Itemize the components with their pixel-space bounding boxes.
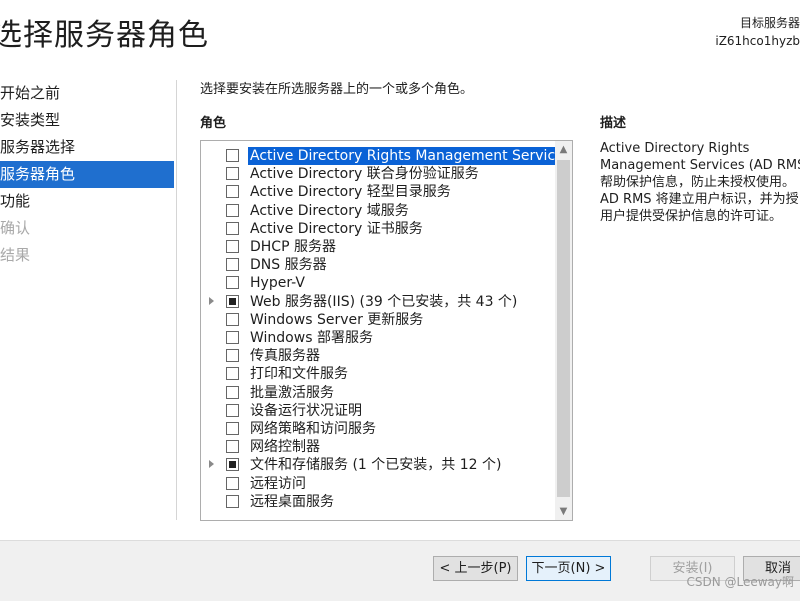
role-checkbox[interactable] xyxy=(226,385,239,399)
nav-item-features[interactable]: 功能 xyxy=(0,188,174,215)
role-label: 远程访问 xyxy=(250,475,306,492)
role-checkbox[interactable] xyxy=(226,258,239,272)
description-line: Management Services (AD RMS xyxy=(600,158,800,173)
role-label: 设备运行状况证明 xyxy=(250,402,362,419)
vertical-scrollbar[interactable]: ▲ ▼ xyxy=(555,141,572,520)
role-checkbox[interactable] xyxy=(226,167,239,181)
nav-item-confirmation: 确认 xyxy=(0,219,31,237)
role-row[interactable]: Hyper-V xyxy=(201,274,553,292)
role-checkbox[interactable] xyxy=(226,494,239,508)
role-row[interactable]: Windows 部署服务 xyxy=(201,329,553,347)
role-checkbox[interactable] xyxy=(226,149,239,162)
previous-button[interactable]: < 上一步(P) xyxy=(433,556,518,581)
role-row[interactable]: DNS 服务器 xyxy=(201,256,553,274)
role-row[interactable]: 远程桌面服务 xyxy=(201,493,553,511)
scroll-thumb[interactable] xyxy=(557,160,570,497)
role-row[interactable]: 传真服务器 xyxy=(201,347,553,365)
description-line: 用户提供受保护信息的许可证。 xyxy=(600,209,783,224)
role-label: Active Directory 联合身份验证服务 xyxy=(250,166,479,183)
wizard-nav: 开始之前 安装类型 服务器选择 服务器角色 功能 确认 结果 xyxy=(0,80,174,269)
role-label: Active Directory 域服务 xyxy=(250,202,409,219)
role-checkbox[interactable] xyxy=(226,203,239,217)
role-row[interactable]: Active Directory 联合身份验证服务 xyxy=(201,165,553,183)
role-label: Web 服务器(IIS) (39 个已安装，共 43 个) xyxy=(250,293,518,310)
description-header: 描述 xyxy=(600,116,627,131)
role-label: 远程桌面服务 xyxy=(250,493,334,510)
instruction-text: 选择要安装在所选服务器上的一个或多个角色。 xyxy=(200,82,474,97)
role-row[interactable]: 打印和文件服务 xyxy=(201,365,553,383)
role-checkbox[interactable] xyxy=(226,403,239,417)
role-row[interactable]: Active Directory Rights Management Servi… xyxy=(201,147,572,165)
nav-divider xyxy=(176,80,177,520)
target-server-info: 目标服务器 iZ61hco1hyzb xyxy=(715,14,800,50)
role-label: Hyper-V xyxy=(250,275,305,292)
role-checkbox[interactable] xyxy=(226,240,239,253)
role-row[interactable]: Active Directory 轻型目录服务 xyxy=(201,183,553,201)
role-description: Active Directory Rights Management Servi… xyxy=(600,140,800,225)
wizard-footer: < 上一步(P) 下一页(N) > 安装(I) 取消 CSDN @Leeway啊 xyxy=(0,540,800,601)
nav-item-before-you-begin[interactable]: 开始之前 xyxy=(0,80,174,107)
target-server-label: 目标服务器 xyxy=(739,16,800,30)
role-label: DNS 服务器 xyxy=(250,257,327,274)
description-line: 帮助保护信息，防止未授权使用。 xyxy=(600,175,796,190)
role-row[interactable]: 网络策略和访问服务 xyxy=(201,420,553,438)
nav-item-server-selection[interactable]: 服务器选择 xyxy=(0,134,174,161)
role-label: Windows Server 更新服务 xyxy=(250,311,424,328)
role-checkbox[interactable] xyxy=(226,331,239,344)
next-button[interactable]: 下一页(N) > xyxy=(526,556,611,581)
role-label: 传真服务器 xyxy=(250,348,320,365)
role-checkbox[interactable] xyxy=(226,185,239,199)
description-line: AD RMS 将建立用户标识，并为授 xyxy=(600,192,799,207)
watermark: CSDN @Leeway啊 xyxy=(686,575,794,589)
role-label: Active Directory Rights Management Servi… xyxy=(248,147,572,165)
role-checkbox[interactable] xyxy=(226,221,239,235)
role-row[interactable]: Active Directory 域服务 xyxy=(201,202,553,220)
scroll-up-icon[interactable]: ▲ xyxy=(555,141,572,158)
role-checkbox[interactable] xyxy=(226,294,239,308)
role-checkbox[interactable] xyxy=(226,349,239,363)
role-row[interactable]: 设备运行状况证明 xyxy=(201,402,553,420)
expand-arrow-icon[interactable] xyxy=(209,460,214,469)
role-label: Windows 部署服务 xyxy=(250,330,373,346)
role-checkbox[interactable] xyxy=(226,476,239,490)
description-line: Active Directory Rights xyxy=(600,141,750,156)
role-label: DHCP 服务器 xyxy=(250,239,336,255)
role-label: 网络策略和访问服务 xyxy=(250,421,376,437)
page-title: 选择服务器角色 xyxy=(0,18,209,53)
role-row[interactable]: Active Directory 证书服务 xyxy=(201,220,553,238)
role-row[interactable]: 远程访问 xyxy=(201,475,553,493)
role-row[interactable]: 文件和存储服务 (1 个已安装，共 12 个) xyxy=(201,456,553,474)
role-row[interactable]: 网络控制器 xyxy=(201,438,553,456)
role-label: 文件和存储服务 (1 个已安装，共 12 个) xyxy=(250,457,502,474)
role-label: Active Directory 证书服务 xyxy=(250,220,423,237)
expand-arrow-icon[interactable] xyxy=(209,296,214,305)
role-label: 批量激活服务 xyxy=(250,384,334,401)
roles-header: 角色 xyxy=(200,116,227,131)
target-server-name: iZ61hco1hyzb xyxy=(715,34,800,48)
role-checkbox[interactable] xyxy=(226,458,239,472)
role-label: 网络控制器 xyxy=(250,439,320,456)
roles-list[interactable]: Active Directory Rights Management Servi… xyxy=(200,140,573,521)
nav-item-installation-type[interactable]: 安装类型 xyxy=(0,107,174,134)
role-row[interactable]: Web 服务器(IIS) (39 个已安装，共 43 个) xyxy=(201,293,553,311)
role-label: 打印和文件服务 xyxy=(250,366,348,383)
nav-item-results: 结果 xyxy=(0,246,31,264)
role-checkbox[interactable] xyxy=(226,276,239,290)
role-checkbox[interactable] xyxy=(226,367,239,381)
role-row[interactable]: 批量激活服务 xyxy=(201,384,553,402)
role-row[interactable]: Windows Server 更新服务 xyxy=(201,311,553,329)
role-checkbox[interactable] xyxy=(226,422,239,435)
role-label: Active Directory 轻型目录服务 xyxy=(250,184,451,201)
role-checkbox[interactable] xyxy=(226,440,239,454)
role-row[interactable]: DHCP 服务器 xyxy=(201,238,553,256)
nav-item-server-roles[interactable]: 服务器角色 xyxy=(0,161,174,188)
scroll-down-icon[interactable]: ▼ xyxy=(555,503,572,520)
role-checkbox[interactable] xyxy=(226,312,239,326)
